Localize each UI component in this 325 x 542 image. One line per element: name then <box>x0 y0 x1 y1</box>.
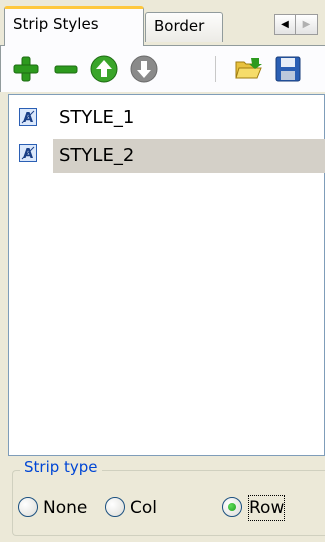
save-icon[interactable] <box>273 54 303 84</box>
tab-border[interactable]: Border <box>145 12 223 42</box>
strip-type-legend: Strip type <box>20 458 102 476</box>
radio-circle[interactable] <box>18 497 38 517</box>
radio-label: None <box>43 498 88 518</box>
radio-label: Col <box>130 498 157 518</box>
list-item-label: STYLE_2 <box>59 145 135 166</box>
tab-label: Strip Styles <box>13 15 99 33</box>
strip-styles-panel: Strip Styles Border ◀ ▶ A STYLE_1 A STYL… <box>0 0 325 542</box>
radio-circle-checked[interactable] <box>222 497 242 517</box>
remove-icon[interactable] <box>51 54 81 84</box>
list-item-selected[interactable]: A STYLE_2 <box>13 139 325 173</box>
tab-label: Border <box>154 17 205 35</box>
arrow-right-icon[interactable]: ▶ <box>296 14 318 35</box>
list-item-label: STYLE_1 <box>59 107 135 128</box>
toolbar <box>0 46 325 92</box>
tab-strip: Strip Styles Border ◀ ▶ <box>0 0 325 51</box>
style-list[interactable]: A STYLE_1 A STYLE_2 <box>8 94 325 456</box>
move-down-icon[interactable] <box>129 54 159 84</box>
open-folder-icon[interactable] <box>233 54 263 84</box>
arrow-left-icon[interactable]: ◀ <box>274 14 296 35</box>
add-icon[interactable] <box>11 54 41 84</box>
radio-circle[interactable] <box>105 497 125 517</box>
toolbar-separator <box>215 56 216 82</box>
radio-label: Row <box>247 494 286 522</box>
move-up-icon[interactable] <box>89 54 119 84</box>
style-icon: A <box>19 108 37 126</box>
style-icon: A <box>19 144 37 162</box>
list-item[interactable]: A STYLE_1 <box>13 103 325 133</box>
tab-strip-styles[interactable]: Strip Styles <box>4 6 144 46</box>
